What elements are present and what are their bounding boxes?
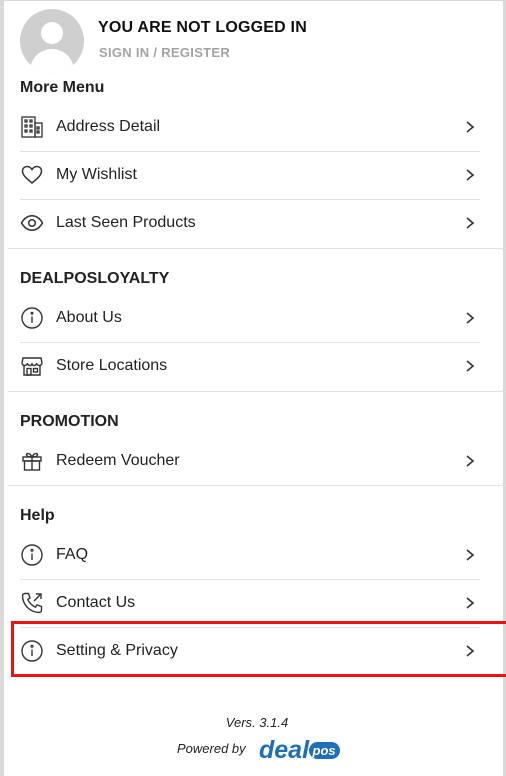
info-icon bbox=[21, 307, 43, 329]
menu-item-store-locations[interactable]: Store Locations bbox=[20, 342, 480, 390]
login-status-title: YOU ARE NOT LOGGED IN bbox=[98, 19, 307, 36]
chevron-right-icon bbox=[466, 121, 475, 133]
phone-call-icon bbox=[21, 592, 43, 614]
version-label: Vers. 3.1.4 bbox=[225, 715, 289, 730]
section-divider bbox=[8, 485, 506, 486]
menu-item-my-wishlist[interactable]: My Wishlist bbox=[20, 151, 480, 199]
chevron-right-icon bbox=[466, 360, 475, 372]
menu-item-faq[interactable]: FAQ bbox=[20, 531, 480, 579]
chevron-right-icon bbox=[466, 455, 475, 467]
svg-text:pos: pos bbox=[312, 743, 336, 758]
powered-by-label: Powered by bbox=[177, 741, 246, 756]
menu-panel: YOU ARE NOT LOGGED IN SIGN IN / REGISTER… bbox=[0, 0, 506, 776]
section-divider bbox=[8, 391, 506, 392]
heart-icon bbox=[21, 165, 43, 184]
dealpos-logo: deal pos bbox=[259, 736, 340, 764]
menu-item-label: Redeem Voucher bbox=[56, 452, 180, 469]
menu-item-label: Store Locations bbox=[56, 357, 168, 374]
menu-item-redeem-voucher[interactable]: Redeem Voucher bbox=[20, 437, 480, 485]
section-title-promotion: PROMOTION bbox=[20, 413, 119, 430]
building-icon bbox=[21, 116, 43, 138]
menu-item-about-us[interactable]: About Us bbox=[20, 294, 480, 342]
menu-item-contact-us[interactable]: Contact Us bbox=[20, 579, 480, 627]
chevron-right-icon bbox=[466, 312, 475, 324]
gift-icon bbox=[22, 452, 42, 471]
menu-item-address-detail[interactable]: Address Detail bbox=[20, 103, 480, 151]
menu-item-label: Contact Us bbox=[56, 594, 136, 611]
section-title-dealposloyalty: DEALPOSLOYALTY bbox=[20, 270, 170, 287]
highlight-box bbox=[11, 621, 506, 677]
info-icon bbox=[21, 544, 43, 566]
sign-in-register-link[interactable]: SIGN IN / REGISTER bbox=[99, 45, 230, 60]
menu-item-last-seen-products[interactable]: Last Seen Products bbox=[20, 199, 480, 247]
menu-item-label: Last Seen Products bbox=[56, 214, 196, 231]
menu-item-label: Address Detail bbox=[56, 118, 161, 135]
chevron-right-icon bbox=[466, 549, 475, 561]
section-title-help: Help bbox=[20, 507, 55, 524]
section-title-more-menu: More Menu bbox=[20, 79, 105, 96]
eye-icon bbox=[20, 215, 44, 231]
section-divider bbox=[8, 248, 506, 249]
chevron-right-icon bbox=[466, 217, 475, 229]
chevron-right-icon bbox=[466, 169, 475, 181]
avatar[interactable] bbox=[20, 9, 84, 73]
menu-item-label: My Wishlist bbox=[56, 166, 137, 183]
menu-item-label: FAQ bbox=[56, 546, 89, 563]
chevron-right-icon bbox=[466, 597, 475, 609]
store-icon bbox=[21, 357, 43, 376]
svg-text:deal: deal bbox=[259, 736, 310, 764]
menu-item-label: About Us bbox=[56, 309, 122, 326]
login-header: YOU ARE NOT LOGGED IN SIGN IN / REGISTER bbox=[20, 9, 490, 77]
